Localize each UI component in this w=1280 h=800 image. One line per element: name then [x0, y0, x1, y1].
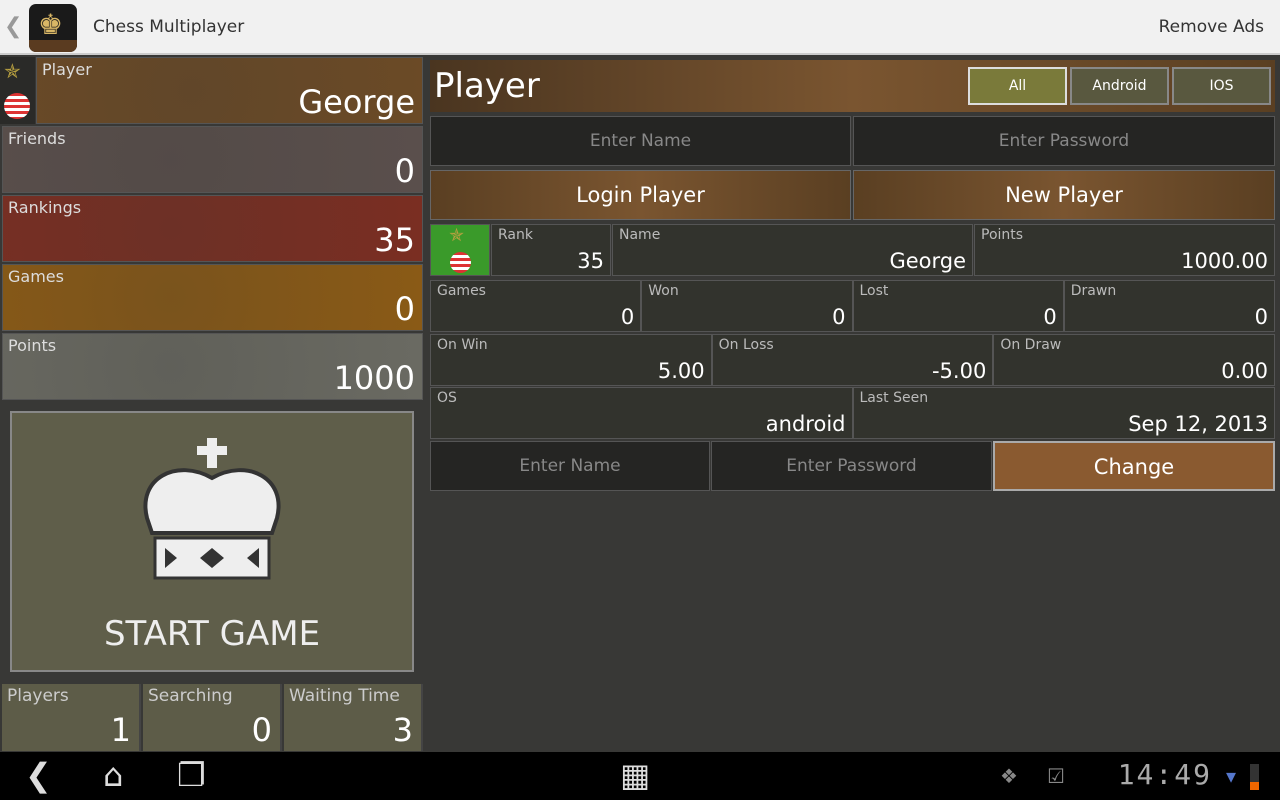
app-title: Chess Multiplayer	[93, 17, 245, 37]
name-value: George	[889, 249, 966, 273]
cell-value: 0	[620, 305, 635, 329]
king-icon	[143, 438, 281, 580]
queue-stat-value: 1	[110, 711, 131, 749]
stat-label: Friends	[8, 129, 66, 148]
stat-value: George	[298, 83, 415, 121]
cell-label: On Draw	[1000, 337, 1062, 353]
stars-icon: ✯	[4, 59, 21, 83]
cell-label: Games	[437, 283, 486, 299]
system-nav-bar: ❮ ⌂ ❐ ▦ ❖ ☑ ▾	[0, 752, 1280, 800]
cell-label: Lost	[859, 283, 889, 299]
cell-value: 0.00	[1221, 359, 1268, 383]
dropbox-icon: ❖	[1000, 764, 1018, 788]
stat-friends[interactable]: Friends 0	[2, 126, 423, 193]
star-icon: ✯	[449, 225, 465, 246]
clock: 14:49	[1117, 758, 1212, 791]
recent-apps-icon[interactable]: ❐	[177, 756, 206, 794]
name-label: Name	[619, 227, 661, 243]
battery-icon	[1250, 764, 1259, 790]
stat-cell: Games 0	[430, 280, 642, 332]
app-drawer-icon[interactable]: ▦	[620, 756, 650, 794]
filter-android-button[interactable]: Android	[1070, 67, 1169, 105]
queue-stat-value: 0	[251, 711, 272, 749]
rank-value: 35	[577, 249, 604, 273]
cell-value: Sep 12, 2013	[1128, 412, 1268, 436]
us-flag-icon	[450, 252, 471, 273]
points-label: Points	[981, 227, 1024, 243]
stat-label: Points	[8, 336, 57, 355]
queue-stat: Players 1	[2, 684, 141, 751]
stat-value: 35	[374, 221, 415, 259]
filter-all-button[interactable]: All	[968, 67, 1067, 105]
cell-value: 0	[1043, 305, 1057, 329]
queue-stat: Waiting Time 3	[284, 684, 423, 751]
stat-value: 0	[394, 152, 415, 190]
stat-label: Games	[8, 267, 64, 286]
stat-label: Player	[42, 60, 92, 79]
cell-value: 5.00	[657, 359, 705, 383]
login-name-input[interactable]: Enter Name	[430, 116, 851, 166]
market-icon: ☑	[1047, 764, 1065, 788]
change-button[interactable]: Change	[993, 441, 1275, 491]
stat-cell: On Loss -5.00	[711, 334, 994, 386]
queue-stat-value: 3	[392, 711, 413, 749]
queue-stat-label: Searching	[148, 686, 233, 706]
cell-label: Won	[648, 283, 679, 299]
remove-ads-button[interactable]: Remove Ads	[1159, 17, 1264, 37]
login-password-input[interactable]: Enter Password	[853, 116, 1275, 166]
cell-label: Drawn	[1070, 283, 1117, 299]
cell-value: 0	[1254, 305, 1268, 329]
app-logo-icon[interactable]: ♚	[29, 4, 77, 52]
stat-cell: On Win 5.00	[430, 334, 712, 386]
stat-cell: Drawn 0	[1063, 280, 1275, 332]
stat-value: 1000	[333, 359, 415, 397]
action-bar: ❮ ♚ Chess Multiplayer Remove Ads	[0, 0, 1280, 55]
stat-cell: Last Seen Sep 12, 2013	[852, 387, 1275, 439]
start-game-button[interactable]: START GAME	[10, 411, 414, 672]
cell-label: On Loss	[718, 337, 774, 353]
stat-cell: On Draw 0.00	[993, 334, 1275, 386]
back-icon[interactable]: ❮	[25, 756, 52, 794]
stat-cell: Won 0	[641, 280, 853, 332]
filter-ios-button[interactable]: IOS	[1172, 67, 1271, 105]
us-flag-icon	[4, 93, 30, 119]
queue-stat-label: Waiting Time	[289, 686, 400, 706]
stat-cell: Lost 0	[852, 280, 1064, 332]
rank-cell: Rank 35	[491, 224, 611, 276]
cell-label: Last Seen	[859, 390, 929, 406]
cell-value: -5.00	[931, 359, 987, 383]
change-password-input[interactable]: Enter Password	[711, 441, 992, 491]
player-badges: ✯	[0, 57, 35, 124]
change-name-input[interactable]: Enter Name	[430, 441, 710, 491]
cell-label: OS	[437, 390, 457, 406]
cell-value: android	[765, 412, 846, 436]
stat-player[interactable]: Player George	[36, 57, 423, 124]
points-cell: Points 1000.00	[974, 224, 1275, 276]
name-cell: Name George	[612, 224, 973, 276]
home-icon[interactable]: ⌂	[103, 756, 123, 794]
cell-label: On Win	[437, 337, 488, 353]
stat-rankings[interactable]: Rankings 35	[2, 195, 423, 262]
back-chevron-icon[interactable]: ❮	[4, 14, 22, 39]
section-title: Player	[434, 66, 540, 106]
stat-label: Rankings	[8, 198, 82, 217]
stat-games[interactable]: Games 0	[2, 264, 423, 331]
player-avatar: ✯	[430, 224, 490, 276]
queue-stat: Searching 0	[143, 684, 282, 751]
queue-stat-label: Players	[7, 686, 69, 706]
new-player-button[interactable]: New Player	[853, 170, 1275, 220]
stat-cell: OS android	[430, 387, 853, 439]
rank-label: Rank	[498, 227, 533, 243]
stat-points[interactable]: Points 1000	[2, 333, 423, 400]
stat-value: 0	[394, 290, 415, 328]
cell-value: 0	[832, 305, 846, 329]
points-value: 1000.00	[1181, 249, 1268, 273]
start-game-label: START GAME	[103, 614, 321, 654]
login-player-button[interactable]: Login Player	[430, 170, 851, 220]
signal-icon: ▾	[1226, 764, 1237, 788]
